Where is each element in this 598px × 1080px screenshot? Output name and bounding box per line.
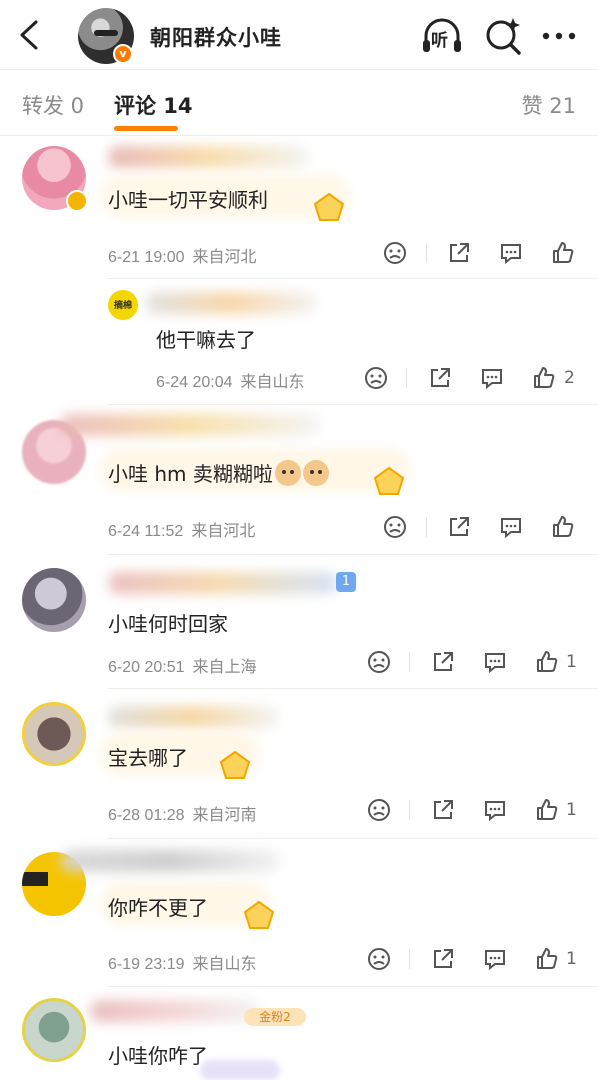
dislike-face-icon[interactable] xyxy=(382,240,408,266)
fan-badge-icon xyxy=(218,750,252,780)
fan-level-badge: 金粉2 xyxy=(244,1008,306,1026)
avatar[interactable] xyxy=(22,998,86,1062)
comment-text: 小哇一切平安顺利 xyxy=(108,188,268,212)
username-blurred[interactable] xyxy=(108,706,278,728)
comment-meta: 6-20 20:51 来自上海 xyxy=(108,653,257,677)
tab-bar: 转发 0 评论 14 赞 21 xyxy=(0,70,598,136)
comment-text: 小哇 hm 卖糊糊啦 xyxy=(108,458,329,487)
cat-emoji-icon xyxy=(302,460,329,486)
comment-location: 来自山东 xyxy=(240,374,305,391)
reply-icon[interactable] xyxy=(482,797,508,823)
fan-badge-icon xyxy=(372,466,406,496)
share-icon[interactable] xyxy=(430,649,456,675)
comment-time: 6-28 01:28 xyxy=(108,807,185,824)
listen-label: 听 xyxy=(431,31,448,51)
reply-icon[interactable] xyxy=(482,649,508,675)
username-blurred[interactable] xyxy=(108,146,308,168)
comment-time: 6-19 23:19 xyxy=(108,956,185,973)
like-thumb-icon[interactable] xyxy=(534,649,560,675)
search-spark-icon[interactable] xyxy=(482,14,526,58)
comment-time: 6-24 11:52 xyxy=(108,523,184,540)
comment-text-content: 小哇 hm 卖糊糊啦 xyxy=(108,462,273,486)
tab-comments[interactable]: 评论 14 xyxy=(114,90,193,120)
like-thumb-icon[interactable] xyxy=(534,797,560,823)
dislike-face-icon[interactable] xyxy=(363,365,389,391)
comment-meta: 6-28 01:28 来自河南 xyxy=(108,801,257,825)
comment-text: 小哇你咋了 xyxy=(108,1044,208,1068)
comment-meta: 6-21 19:00 来自河北 xyxy=(108,243,257,267)
decor-sticker xyxy=(200,1060,280,1080)
comment-time: 6-20 20:51 xyxy=(108,659,185,676)
comment-time: 6-21 19:00 xyxy=(108,249,185,266)
comment-time: 6-24 20:04 xyxy=(156,374,233,391)
like-count: 1 xyxy=(566,652,577,672)
comment-location: 来自河北 xyxy=(192,249,257,266)
cat-emoji-icon xyxy=(274,460,301,486)
tab-forward[interactable]: 转发 0 xyxy=(22,90,84,120)
reply-icon[interactable] xyxy=(482,946,508,972)
like-thumb-icon[interactable] xyxy=(550,514,576,540)
share-icon[interactable] xyxy=(427,365,453,391)
listen-headphones-icon[interactable]: 听 xyxy=(420,14,464,58)
comment-text: 你咋不更了 xyxy=(108,896,208,920)
dislike-face-icon[interactable] xyxy=(382,514,408,540)
username-blurred[interactable] xyxy=(146,292,316,314)
share-icon[interactable] xyxy=(430,797,456,823)
like-thumb-icon[interactable] xyxy=(550,240,576,266)
fan-badge-icon xyxy=(312,192,346,222)
comment-meta: 6-24 11:52 来自河北 xyxy=(108,517,255,541)
comment-text: 宝去哪了 xyxy=(108,746,188,770)
comment-text: 小哇何时回家 xyxy=(108,612,228,636)
comment-location: 来自山东 xyxy=(192,956,257,973)
share-icon[interactable] xyxy=(430,946,456,972)
username-blurred[interactable] xyxy=(60,850,280,872)
avatar[interactable] xyxy=(22,568,86,632)
like-thumb-icon[interactable] xyxy=(534,946,560,972)
share-icon[interactable] xyxy=(446,240,472,266)
comment-meta: 6-19 23:19 来自山东 xyxy=(108,950,257,974)
verified-badge xyxy=(66,190,88,212)
avatar[interactable] xyxy=(22,702,86,766)
username-blurred[interactable] xyxy=(108,572,338,594)
username-blurred[interactable] xyxy=(90,1000,260,1022)
avatar[interactable]: 摘棉 xyxy=(108,290,138,320)
top-nav-bar: v 朝阳群众小哇 听 xyxy=(0,0,598,70)
active-tab-indicator xyxy=(114,126,178,131)
dislike-face-icon[interactable] xyxy=(366,649,392,675)
verified-badge: v xyxy=(113,44,133,64)
like-thumb-icon[interactable] xyxy=(531,365,557,391)
comment-location: 来自河北 xyxy=(191,523,256,540)
like-count: 1 xyxy=(566,800,577,820)
tab-likes[interactable]: 赞 21 xyxy=(522,90,576,120)
level-badge: 1 xyxy=(336,572,356,592)
reply-icon[interactable] xyxy=(479,365,505,391)
fan-badge-icon xyxy=(242,900,276,930)
comment-location: 来自上海 xyxy=(192,659,257,676)
page-title[interactable]: 朝阳群众小哇 xyxy=(150,22,282,52)
dislike-face-icon[interactable] xyxy=(366,946,392,972)
like-count: 2 xyxy=(564,368,575,388)
reply-icon[interactable] xyxy=(498,514,524,540)
dislike-face-icon[interactable] xyxy=(366,797,392,823)
more-icon[interactable] xyxy=(538,14,582,58)
username-blurred[interactable] xyxy=(60,414,320,436)
share-icon[interactable] xyxy=(446,514,472,540)
back-arrow-icon[interactable] xyxy=(14,18,44,52)
reply-icon[interactable] xyxy=(498,240,524,266)
comment-text: 他干嘛去了 xyxy=(156,328,256,352)
like-count: 1 xyxy=(566,949,577,969)
avatar-label: 摘棉 xyxy=(113,301,132,311)
comment-meta: 6-24 20:04 来自山东 xyxy=(156,368,305,392)
comment-location: 来自河南 xyxy=(192,807,257,824)
